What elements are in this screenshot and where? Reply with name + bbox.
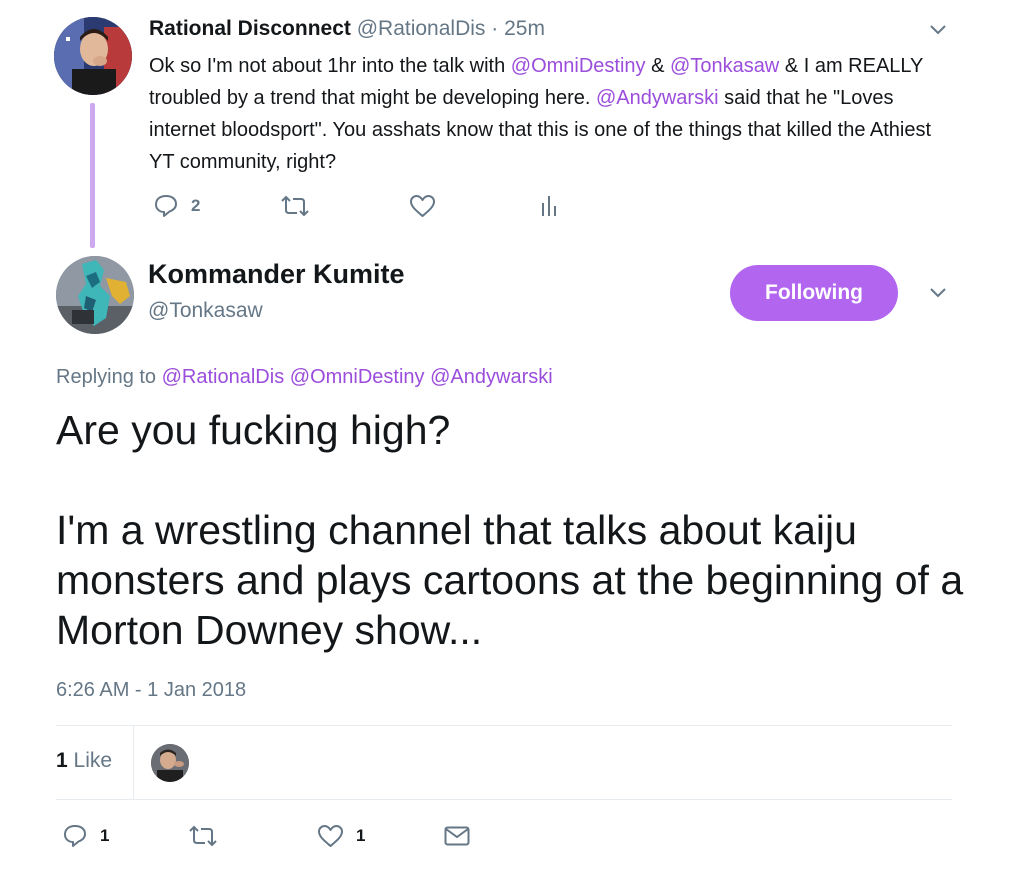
parent-time[interactable]: 25m	[504, 17, 545, 40]
mention-link[interactable]: @OmniDestiny	[511, 55, 646, 77]
main-tweet-text: Are you fucking high? I'm a wrestling ch…	[56, 405, 976, 655]
stats-separator	[133, 726, 134, 799]
parent-tweet-text: Ok so I'm not about 1hr into the talk wi…	[149, 50, 949, 178]
replying-to-mention[interactable]: @RationalDis	[162, 366, 285, 388]
parent-header: Rational Disconnect @RationalDis · 25m	[149, 17, 545, 41]
chevron-down-icon[interactable]	[929, 24, 947, 36]
main-avatar[interactable]	[56, 256, 134, 334]
main-handle[interactable]: @Tonkasaw	[148, 299, 263, 323]
chevron-down-icon[interactable]	[929, 287, 947, 299]
tweet-paragraph: I'm a wrestling channel that talks about…	[56, 507, 964, 653]
reply-count: 1	[100, 826, 110, 845]
parent-analytics-button[interactable]	[540, 195, 558, 217]
retweet-icon	[281, 195, 309, 217]
mention-link[interactable]: @Tonkasaw	[670, 55, 779, 77]
parent-tweet[interactable]: Rational Disconnect @RationalDis · 25m O…	[0, 0, 1010, 250]
divider	[56, 725, 952, 726]
retweet-icon	[189, 825, 217, 847]
mail-icon	[444, 826, 470, 846]
tweet-text-segment: &	[645, 55, 671, 77]
analytics-icon	[542, 196, 556, 216]
following-button[interactable]: Following	[730, 265, 898, 321]
like-count: 1	[356, 826, 366, 845]
divider	[56, 799, 952, 800]
mention-link[interactable]: @Andywarski	[596, 87, 719, 109]
heart-icon	[318, 825, 343, 847]
likes-label: Like	[73, 749, 113, 772]
reply-icon	[64, 825, 86, 847]
parent-avatar[interactable]	[54, 17, 132, 95]
parent-separator: ·	[491, 17, 499, 40]
parent-reply-count: 2	[191, 196, 201, 215]
thread-line	[90, 103, 95, 248]
tweet-text-segment: Ok so I'm not about 1hr into the talk wi…	[149, 55, 511, 77]
replying-to-label: Replying to	[56, 366, 157, 388]
replying-to-mention[interactable]: @Andywarski	[430, 366, 553, 388]
reply-button[interactable]: 1	[62, 823, 109, 849]
tweet-paragraph: Are you fucking high?	[56, 407, 451, 453]
main-display-name[interactable]: Kommander Kumite	[148, 259, 405, 290]
tweet-timestamp[interactable]: 6:26 AM - 1 Jan 2018	[56, 679, 246, 702]
parent-reply-button[interactable]: 2	[153, 193, 200, 219]
reply-icon	[155, 195, 177, 217]
liker-avatar[interactable]	[151, 744, 189, 782]
likes-count[interactable]: 1 Like	[56, 749, 112, 773]
likes-number: 1	[56, 749, 68, 772]
replying-to: Replying to @RationalDis @OmniDestiny @A…	[56, 366, 553, 389]
like-button[interactable]: 1	[317, 824, 365, 848]
replying-to-mention[interactable]: @OmniDestiny	[290, 366, 425, 388]
heart-icon	[410, 195, 435, 217]
parent-like-button[interactable]	[409, 194, 436, 218]
parent-display-name[interactable]: Rational Disconnect	[149, 17, 351, 40]
parent-handle[interactable]: @RationalDis	[357, 17, 486, 40]
retweet-button[interactable]	[188, 825, 218, 847]
parent-retweet-button[interactable]	[280, 195, 310, 217]
direct-message-button[interactable]	[444, 826, 470, 846]
